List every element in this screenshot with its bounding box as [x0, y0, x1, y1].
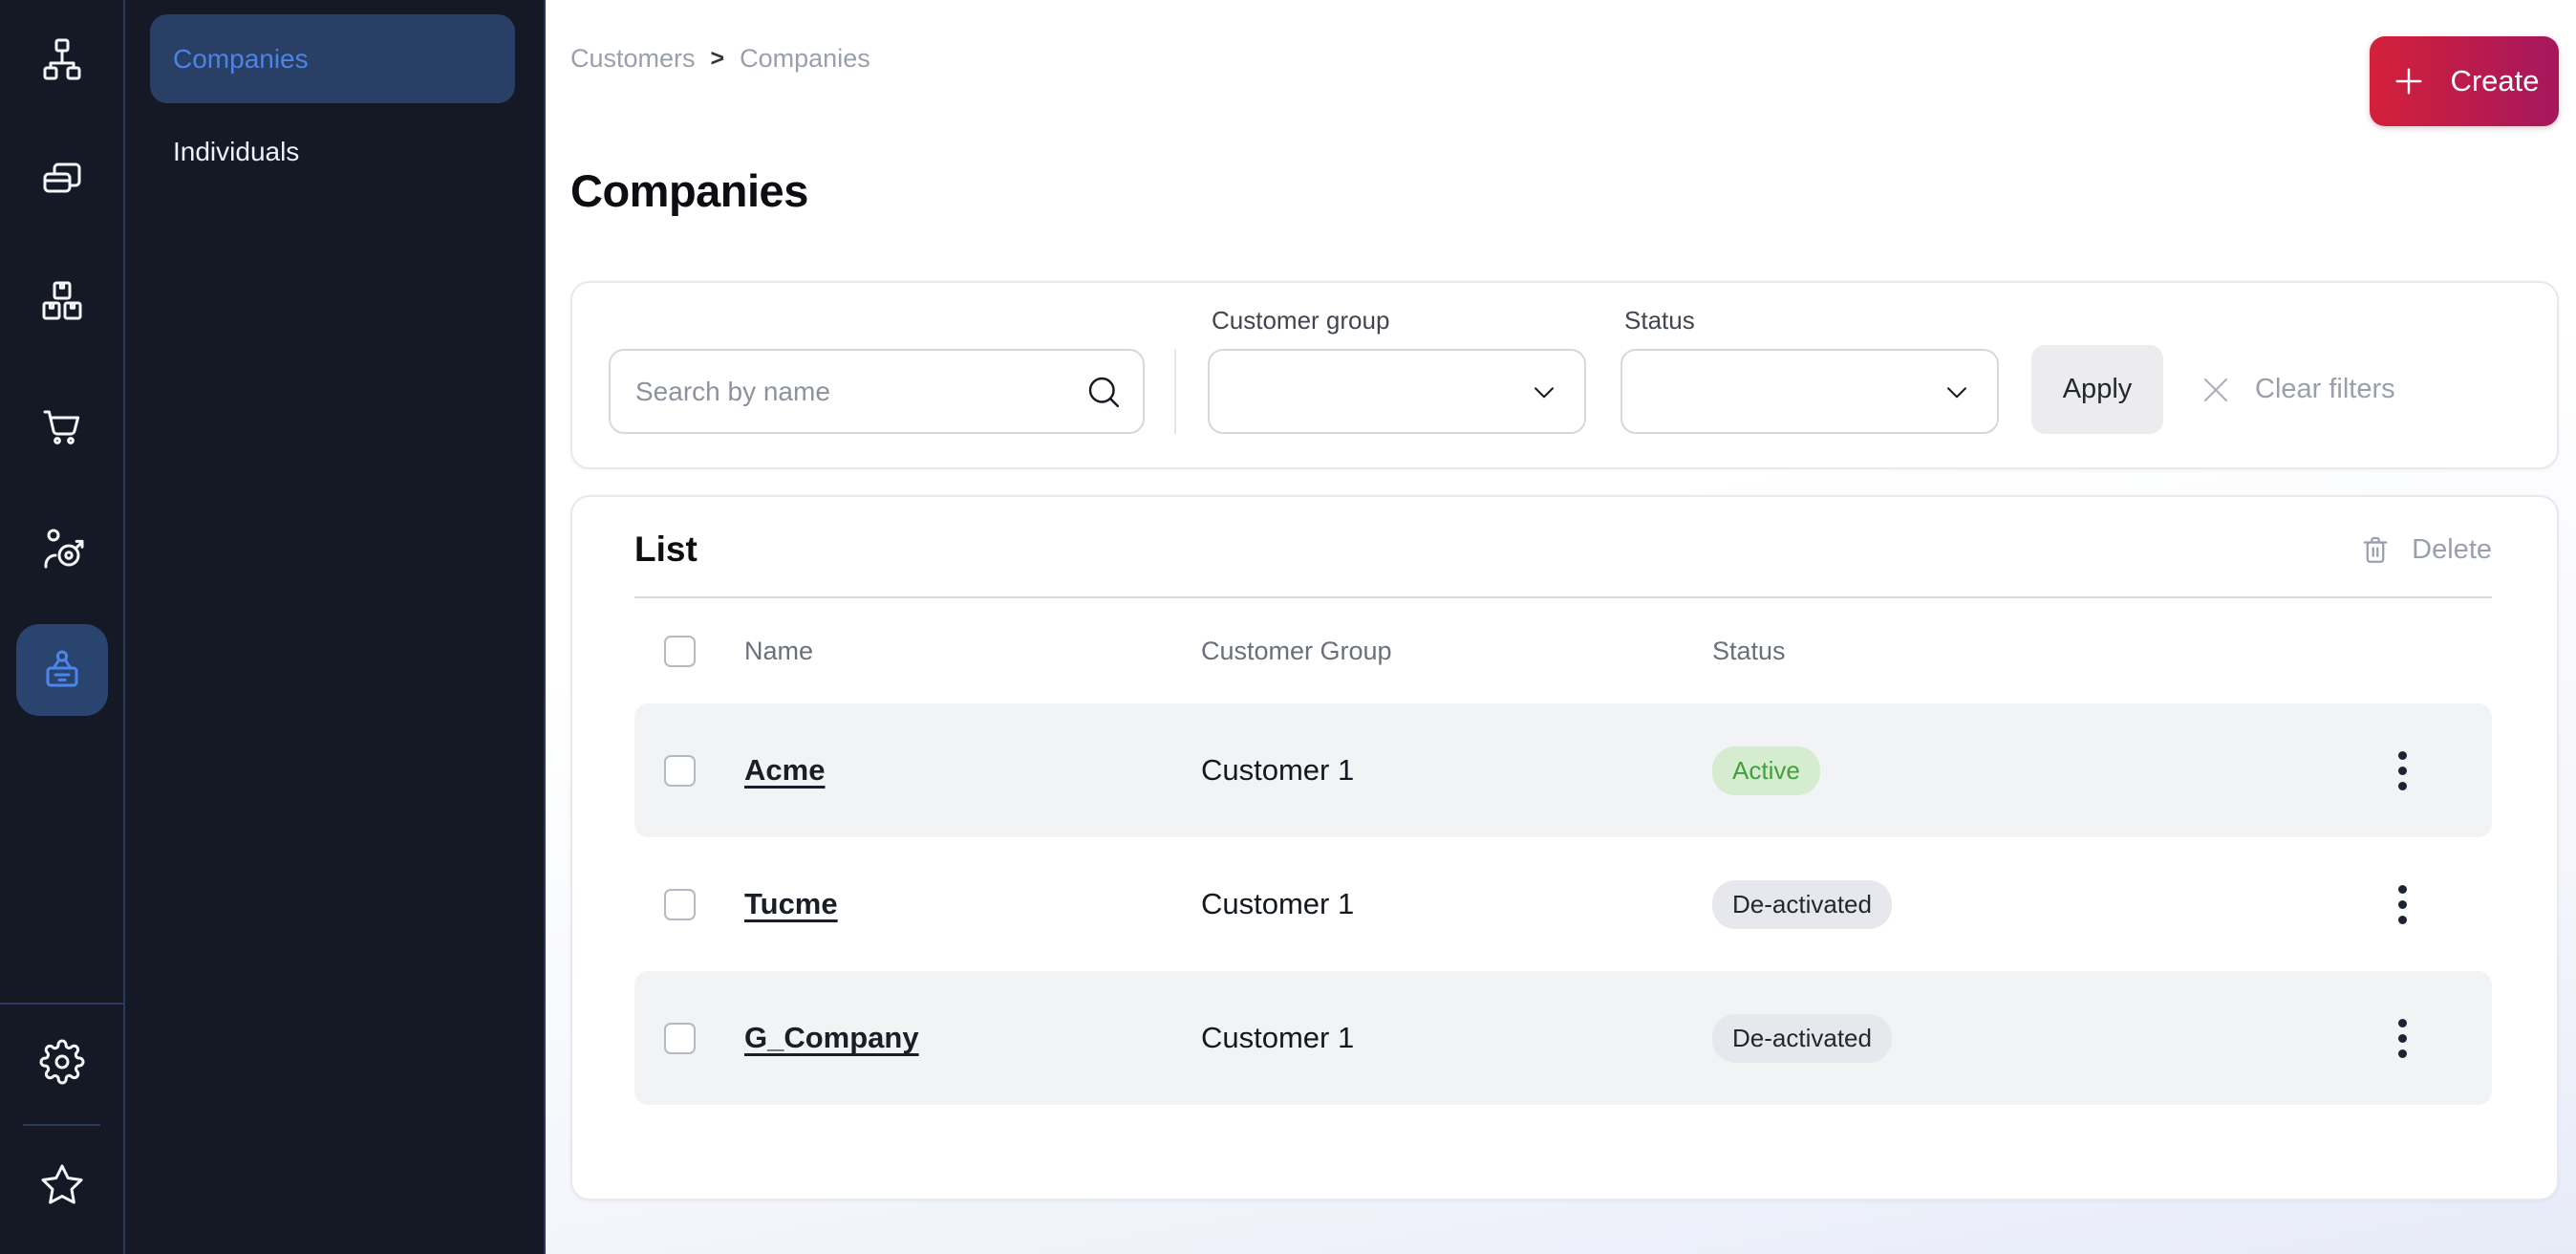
row-checkbox[interactable] — [664, 889, 696, 920]
icon-rail — [0, 0, 125, 1254]
sitemap-icon[interactable] — [16, 13, 108, 105]
list-card: List Delete Name Customer Group Status A… — [570, 495, 2559, 1200]
clear-filters-label: Clear filters — [2255, 374, 2395, 405]
main-content: Customers > Companies Create Companies — [546, 0, 2576, 1254]
customers-badge-icon[interactable] — [16, 624, 108, 716]
row-checkbox[interactable] — [664, 755, 696, 787]
customer-group-cell: Customer 1 — [1201, 1021, 1712, 1055]
company-name-link[interactable]: Tucme — [744, 887, 838, 921]
status-badge: De-activated — [1712, 1014, 1892, 1063]
star-icon[interactable] — [16, 1139, 108, 1231]
packages-icon[interactable] — [16, 255, 108, 347]
row-actions-kebab-icon[interactable] — [2391, 877, 2415, 932]
search-icon[interactable] — [1084, 372, 1124, 412]
sidebar-item-companies[interactable]: Companies — [150, 14, 515, 103]
rail-divider — [0, 1003, 123, 1005]
status-field: Status — [1621, 306, 1999, 434]
select-all-checkbox[interactable] — [664, 636, 696, 667]
filter-card: Customer group Status Apply — [570, 281, 2559, 469]
table-row: Acme Customer 1 Active — [634, 703, 2492, 837]
breadcrumb-separator: > — [711, 45, 725, 73]
sidebar-item-individuals[interactable]: Individuals — [150, 107, 515, 196]
trash-icon — [2358, 532, 2393, 567]
status-badge: Active — [1712, 746, 1820, 795]
clear-filters-button[interactable]: Clear filters — [2198, 345, 2395, 434]
chevron-down-icon — [1940, 375, 1974, 409]
apply-button[interactable]: Apply — [2031, 345, 2163, 434]
search-input[interactable] — [609, 349, 1145, 434]
breadcrumb-companies[interactable]: Companies — [740, 44, 870, 74]
table-row: G_Company Customer 1 De-activated — [634, 971, 2492, 1105]
sidebar: Companies Individuals — [125, 0, 546, 1254]
plus-icon — [2389, 61, 2429, 101]
customer-group-field: Customer group — [1208, 306, 1586, 434]
filter-divider — [1174, 349, 1176, 434]
company-name-link[interactable]: Acme — [744, 753, 825, 788]
table-row: Tucme Customer 1 De-activated — [634, 837, 2492, 971]
list-title: List — [634, 530, 698, 570]
row-actions-kebab-icon[interactable] — [2391, 744, 2415, 798]
breadcrumb-customers[interactable]: Customers — [570, 44, 696, 74]
top-row: Customers > Companies Create — [570, 0, 2559, 126]
create-button-label: Create — [2450, 64, 2539, 98]
column-header-status: Status — [1712, 637, 2343, 666]
close-icon — [2198, 372, 2234, 408]
status-select[interactable] — [1621, 349, 1999, 434]
customer-group-cell: Customer 1 — [1201, 887, 1712, 921]
gear-icon[interactable] — [16, 1016, 108, 1108]
breadcrumb: Customers > Companies — [570, 36, 870, 74]
delete-button[interactable]: Delete — [2358, 532, 2492, 567]
column-header-customer-group: Customer Group — [1201, 637, 1712, 666]
page-title: Companies — [570, 164, 2559, 217]
list-header: List Delete — [634, 530, 2492, 570]
delete-button-label: Delete — [2412, 534, 2492, 566]
list-divider — [634, 596, 2492, 598]
sidebar-item-label: Individuals — [173, 137, 299, 167]
app-window: Companies Individuals Customers > Compan… — [0, 0, 2576, 1254]
customer-target-icon[interactable] — [16, 503, 108, 595]
company-name-link[interactable]: G_Company — [744, 1021, 919, 1055]
column-header-name: Name — [744, 637, 1201, 666]
row-checkbox[interactable] — [664, 1023, 696, 1054]
chevron-down-icon — [1527, 375, 1561, 409]
customer-group-label: Customer group — [1212, 306, 1586, 335]
search-field — [609, 349, 1145, 434]
table-body: Acme Customer 1 Active Tucme Customer 1 … — [634, 703, 2492, 1105]
customer-group-select[interactable] — [1208, 349, 1586, 434]
status-badge: De-activated — [1712, 880, 1892, 929]
billing-cards-icon[interactable] — [16, 132, 108, 224]
rail-divider — [23, 1124, 100, 1126]
sidebar-item-label: Companies — [173, 44, 309, 75]
row-actions-kebab-icon[interactable] — [2391, 1011, 2415, 1066]
table-header: Name Customer Group Status — [634, 635, 2492, 667]
cart-icon[interactable] — [16, 379, 108, 471]
status-label: Status — [1624, 306, 1999, 335]
create-button[interactable]: Create — [2370, 36, 2559, 126]
customer-group-cell: Customer 1 — [1201, 753, 1712, 788]
